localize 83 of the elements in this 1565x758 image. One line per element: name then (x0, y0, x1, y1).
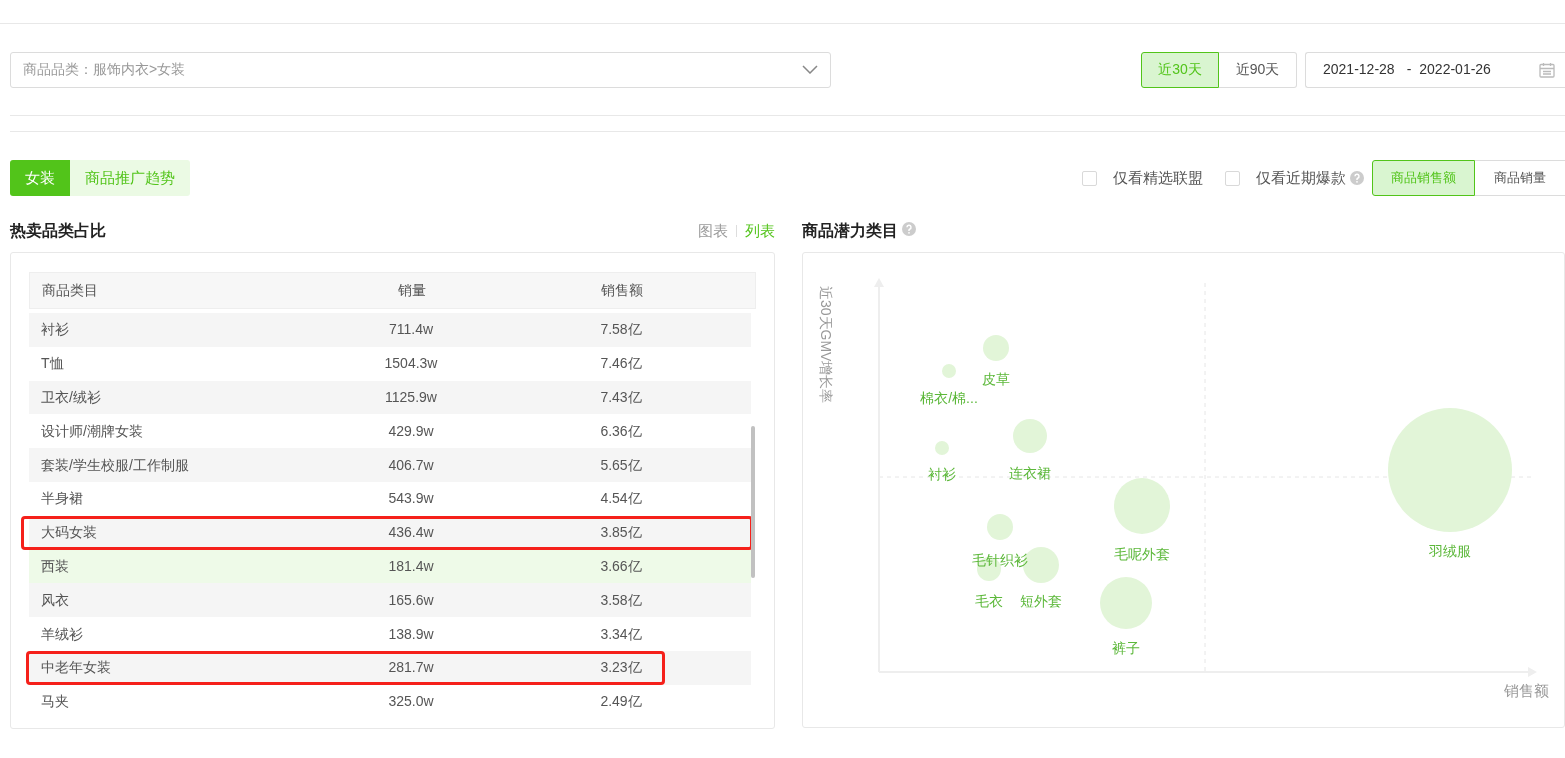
table-cell-text: 1504.3w (383, 354, 439, 374)
date-range-field[interactable]: 2021-12-28 - 2022-01-26 (1305, 51, 1565, 88)
checkbox[interactable] (1082, 170, 1097, 186)
table-cell-text: 325.0w (387, 692, 435, 712)
table-cell-text: 1125.9w (384, 388, 438, 407)
bubble-label: 毛呢外套 (1114, 546, 1170, 562)
table-cell-text: 4.54亿 (599, 489, 643, 509)
bubble-label: 毛针织衫 (972, 552, 1028, 568)
help-icon[interactable] (902, 221, 916, 236)
table-cell-text: 设计师/潮牌女装 (40, 421, 144, 441)
checkbox-label: 仅看近期爆款 (1256, 167, 1346, 188)
bubble-label: 衬衫 (928, 466, 956, 482)
column-header: 商品类目 (41, 281, 99, 300)
axis-title: 销售额 (1504, 682, 1549, 699)
table-cell-text: 3.85亿 (599, 523, 643, 543)
table-cell-text: 181.4w (387, 556, 435, 576)
table-cell-text: 3.23亿 (599, 658, 643, 678)
section-title: 商品潜力类目 (802, 221, 898, 241)
table-cell-text: 羊绒衫 (40, 624, 84, 644)
table-cell-text: 中老年女装 (40, 658, 112, 678)
calendar-icon (1539, 61, 1555, 78)
table-row[interactable]: 马夹 325.0w 2.49亿 (29, 684, 751, 719)
bubble (942, 364, 956, 378)
bubble (987, 514, 1013, 540)
table-cell-text: 西装 (40, 556, 70, 576)
table-cell-text: 2.49亿 (599, 692, 643, 712)
bubble (983, 335, 1009, 361)
bubble-label: 毛衣 (975, 593, 1003, 609)
bubble (1100, 577, 1152, 629)
table-cell-text: 大码女装 (40, 523, 98, 543)
table-row[interactable]: T恤 1504.3w 7.46亿 (29, 346, 751, 381)
table-cell-text: 卫衣/绒衫 (40, 388, 102, 407)
table-cell-text: 436.4w (387, 523, 435, 543)
table-cell-text: 6.36亿 (599, 421, 643, 441)
table-row[interactable]: 设计师/潮牌女装 429.9w 6.36亿 (29, 414, 751, 449)
table-cell-text: 165.6w (387, 590, 435, 610)
table-row[interactable]: 衬衫 711.4w 7.58亿 (29, 313, 751, 347)
table-cell-text: 马夹 (40, 692, 70, 712)
table-cell-text: T恤 (40, 354, 65, 374)
table-row[interactable]: 羊绒衫 138.9w 3.34亿 (29, 617, 751, 651)
table-cell-text: 衬衫 (40, 320, 70, 340)
chevron-down-icon (802, 65, 818, 74)
column-header: 销售额 (600, 281, 644, 300)
table-cell-text: 406.7w (387, 455, 435, 475)
bubble-label: 短外套 (1020, 593, 1062, 609)
metric-tab[interactable]: 商品销量 (1475, 160, 1565, 196)
table-row[interactable]: 风衣 165.6w 3.58亿 (29, 583, 751, 618)
section-title: 热卖品类占比 (10, 221, 106, 241)
table-row[interactable]: 卫衣/绒衫 1125.9w 7.43亿 (29, 380, 751, 415)
bubble-label: 皮草 (982, 371, 1010, 387)
table-row[interactable]: 西装 181.4w 3.66亿 (29, 549, 751, 584)
bubble-label: 羽绒服 (1429, 543, 1471, 559)
column-header: 销量 (397, 281, 427, 300)
bubble (1114, 478, 1170, 534)
axis-title: 近30天GMV增长率 (818, 286, 834, 404)
table-cell-text: 138.9w (387, 624, 435, 644)
table-cell-text: 5.65亿 (599, 455, 643, 475)
table-cell-text: 半身裙 (40, 489, 84, 509)
period-tab[interactable]: 近90天 (1219, 51, 1297, 88)
table-cell-text: 3.58亿 (599, 590, 643, 610)
checkbox-label: 仅看精选联盟 (1113, 167, 1203, 188)
table-cell-text: 711.4w (387, 320, 435, 340)
table-cell-text: 7.43亿 (599, 388, 643, 407)
table-cell-text: 543.9w (387, 489, 435, 509)
table-cell-text: 281.7w (387, 658, 435, 678)
bubble (1013, 419, 1047, 453)
table-cell-text: 429.9w (387, 421, 435, 441)
bubble (935, 441, 949, 455)
table-cell-text: 7.58亿 (599, 320, 643, 340)
bubble-label: 棉衣/棉... (920, 390, 978, 406)
table-row[interactable]: 中老年女装 281.7w 3.23亿 (29, 650, 751, 685)
table-cell-text: 7.46亿 (599, 354, 643, 374)
bubble-label: 连衣裙 (1009, 465, 1051, 481)
checkbox[interactable] (1225, 170, 1240, 186)
table-row[interactable]: 半身裙 543.9w 4.54亿 (29, 482, 751, 516)
table-cell-text: 套装/学生校服/工作制服 (40, 455, 190, 475)
table-cell-text: 3.34亿 (599, 624, 643, 644)
scrollbar[interactable] (751, 426, 755, 578)
table-cell-text: 3.66亿 (599, 556, 643, 576)
table-row[interactable]: 套装/学生校服/工作制服 406.7w 5.65亿 (29, 448, 751, 482)
bubble-label: 裤子 (1112, 640, 1140, 656)
help-icon[interactable] (1350, 171, 1364, 185)
table-cell-text: 风衣 (40, 590, 70, 610)
